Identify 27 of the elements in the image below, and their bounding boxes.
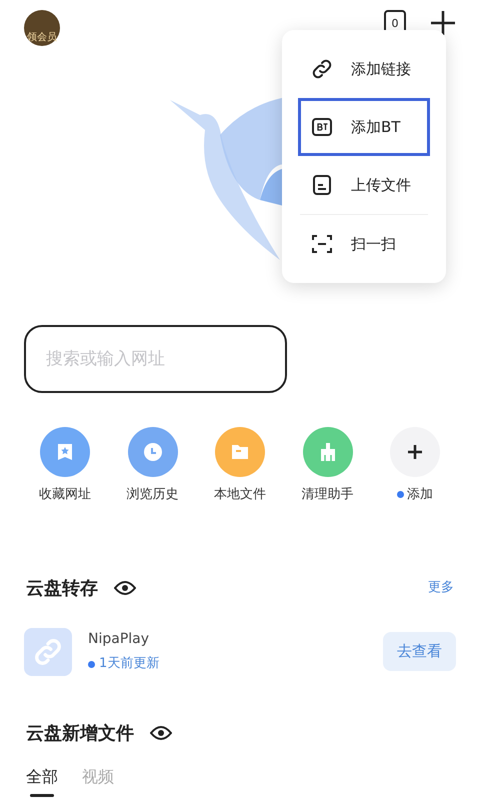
menu-item[interactable]: 添加BT xyxy=(298,98,430,156)
search-field[interactable]: 搜索或输入网址 xyxy=(24,325,287,393)
plus-icon[interactable] xyxy=(430,10,456,36)
menu-item[interactable]: 上传文件 xyxy=(298,156,430,214)
status-dot xyxy=(88,660,95,668)
item-name: NipaPlay xyxy=(88,630,150,650)
menu-item[interactable]: 扫一扫 xyxy=(298,215,430,273)
eye-icon[interactable] xyxy=(114,580,136,596)
shortcut-label[interactable]: 浏览历史 xyxy=(126,485,178,504)
vip-badge[interactable]: 领会员 xyxy=(24,10,60,46)
shortcut-label[interactable]: 收藏网址 xyxy=(39,485,91,504)
shortcut-label[interactable]: 本地文件 xyxy=(214,485,266,504)
menu-item[interactable]: 添加链接 xyxy=(298,40,430,98)
bt-icon xyxy=(311,116,333,138)
scan-icon xyxy=(311,233,333,255)
shortcut-label[interactable]: 添加 xyxy=(407,485,433,504)
shortcut-button[interactable] xyxy=(390,427,440,477)
update-time: 1天前更新 xyxy=(99,655,160,674)
filter-tab[interactable]: 全部 xyxy=(26,764,58,796)
shortcut-label[interactable]: 清理助手 xyxy=(302,485,354,504)
link-icon xyxy=(33,636,63,666)
eye-icon[interactable] xyxy=(150,725,172,741)
section-title: 云盘新增文件 xyxy=(26,722,134,746)
link-icon xyxy=(311,58,333,80)
document-icon xyxy=(311,174,333,196)
section-title: 云盘转存 xyxy=(26,576,98,600)
more-link[interactable]: 更多 xyxy=(428,578,454,598)
